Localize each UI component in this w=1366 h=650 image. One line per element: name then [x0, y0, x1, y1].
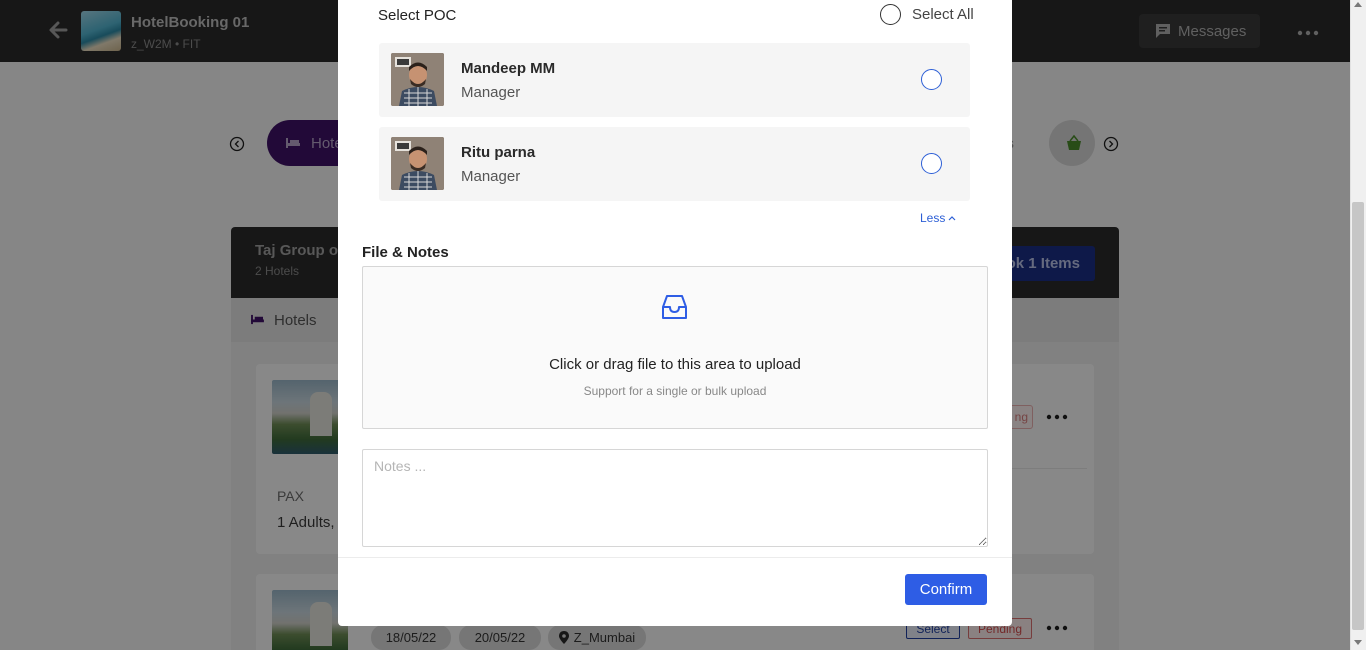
less-toggle[interactable]: Less — [920, 211, 956, 225]
poc-item[interactable]: Ritu parna Manager — [379, 127, 970, 201]
upload-hint: Support for a single or bulk upload — [583, 384, 767, 398]
confirm-button[interactable]: Confirm — [905, 574, 987, 605]
inbox-icon — [662, 295, 687, 319]
files-notes-title: File & Notes — [362, 244, 449, 261]
upload-instruction: Click or drag file to this area to uploa… — [549, 356, 801, 373]
modal-footer-divider — [338, 557, 1012, 558]
scrollbar-thumb[interactable] — [1352, 202, 1364, 630]
poc-name: Ritu parna — [461, 144, 536, 161]
select-all-label: Select All — [912, 6, 974, 23]
file-upload-dropzone[interactable] — [362, 266, 988, 429]
poc-role: Manager — [461, 168, 521, 185]
less-label: Less — [920, 211, 946, 225]
scroll-up-arrow[interactable] — [1354, 2, 1362, 7]
chevron-up-icon — [948, 216, 956, 221]
poc-role: Manager — [461, 84, 521, 101]
poc-item[interactable]: Mandeep MM Manager — [379, 43, 970, 117]
poc-radio[interactable] — [921, 153, 942, 174]
poc-name: Mandeep MM — [461, 60, 556, 77]
select-all-option[interactable]: Select All — [880, 4, 974, 25]
scroll-down-arrow[interactable] — [1354, 640, 1362, 645]
poc-radio[interactable] — [921, 69, 942, 90]
avatar — [391, 137, 444, 190]
select-all-radio[interactable] — [880, 4, 901, 25]
avatar — [391, 53, 444, 106]
notes-field[interactable] — [362, 449, 988, 547]
select-poc-title: Select POC — [378, 7, 457, 24]
